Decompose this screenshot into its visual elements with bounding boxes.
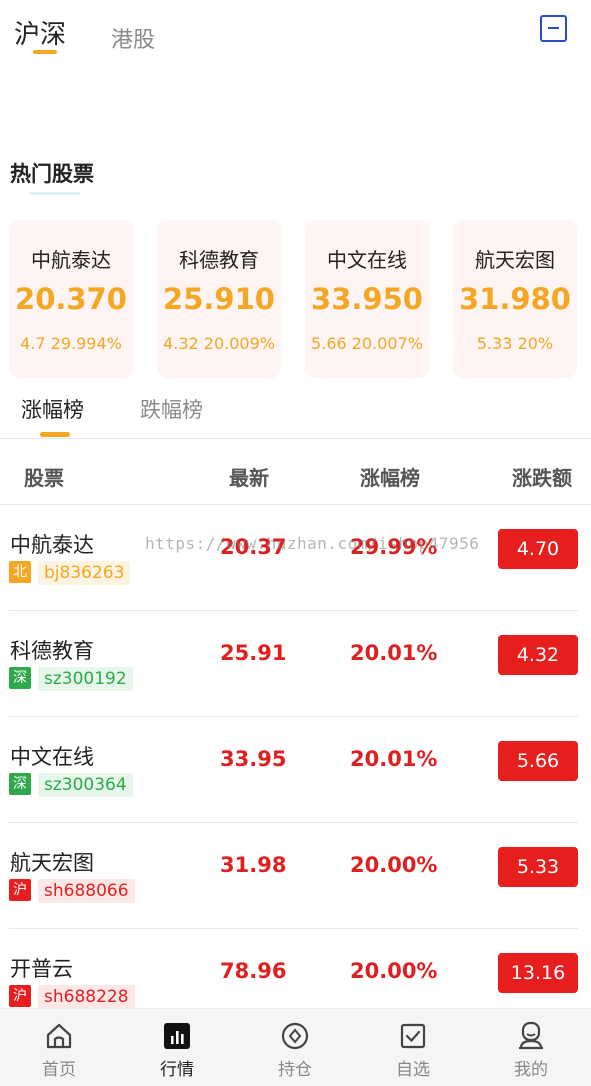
profile-icon: [519, 1021, 543, 1050]
column-header-latest: 最新: [229, 466, 269, 490]
latest-price: 78.96: [220, 959, 287, 983]
market-badge: 沪: [9, 879, 31, 901]
watermark-text: https://www.huzhan.com/ishop47956: [145, 534, 480, 553]
collapse-icon[interactable]: [540, 15, 567, 42]
active-rank-tab-indicator: [40, 432, 70, 437]
tab-losers[interactable]: 跌幅榜: [140, 394, 203, 424]
hot-stock-card[interactable]: 中文在线 33.950 5.66 20.007%: [305, 220, 429, 378]
change-amount-badge: 5.33: [498, 847, 578, 887]
column-header-stock: 股票: [24, 466, 64, 490]
change-percent: 20.00%: [350, 959, 438, 983]
stock-code: sh688228: [38, 985, 135, 1009]
change-percent: 20.01%: [350, 641, 438, 665]
change-amount-badge: 5.66: [498, 741, 578, 781]
stock-name: 开普云: [10, 957, 73, 981]
hot-stocks-title: 热门股票: [10, 162, 94, 186]
change-amount-badge: 4.70: [498, 529, 578, 569]
market-tabs: 沪深 港股: [0, 0, 591, 70]
latest-price: 25.91: [220, 641, 287, 665]
tab-gainers[interactable]: 涨幅榜: [21, 394, 84, 424]
home-icon: [46, 1023, 72, 1049]
nav-item-watchlist[interactable]: 自选: [354, 1009, 472, 1086]
latest-price: 31.98: [220, 853, 287, 877]
table-row[interactable]: 科德教育 深 sz300192 25.91 20.01% 4.32: [0, 611, 591, 717]
table-row[interactable]: 中航泰达 北 bj836263 20.37 29.99% 4.70: [0, 505, 591, 611]
market-badge: 沪: [9, 985, 31, 1007]
checkbox-icon: [400, 1023, 426, 1049]
hot-stock-card[interactable]: 科德教育 25.910 4.32 20.009%: [157, 220, 281, 378]
change-amount-badge: 13.16: [498, 953, 578, 993]
latest-price: 33.95: [220, 747, 287, 771]
hot-stock-name: 科德教育: [179, 248, 259, 272]
market-chart-icon: [164, 1023, 190, 1049]
hot-stock-change: 5.66 20.007%: [311, 334, 423, 353]
stock-name: 科德教育: [10, 639, 94, 663]
hot-stock-price: 33.950: [311, 282, 423, 316]
stock-code: bj836263: [38, 561, 131, 585]
nav-item-home[interactable]: 首页: [0, 1009, 118, 1086]
stock-code: sz300364: [38, 773, 133, 797]
tab-hong-kong[interactable]: 港股: [111, 22, 155, 54]
hot-stock-change: 4.7 29.994%: [20, 334, 122, 353]
hot-stock-price: 25.910: [163, 282, 275, 316]
hot-stock-cards: 中航泰达 20.370 4.7 29.994% 科德教育 25.910 4.32…: [9, 220, 579, 378]
stock-code: sz300192: [38, 667, 133, 691]
market-badge: 北: [9, 561, 31, 583]
hot-stock-price: 31.980: [459, 282, 571, 316]
column-header-change-pct[interactable]: 涨幅榜: [360, 462, 420, 491]
change-percent: 20.00%: [350, 853, 438, 877]
nav-item-profile[interactable]: 我的: [472, 1009, 590, 1086]
hot-stock-name: 航天宏图: [475, 248, 555, 272]
divider: [0, 438, 591, 439]
change-amount-badge: 4.32: [498, 635, 578, 675]
stock-name: 航天宏图: [10, 851, 94, 875]
nav-label: 自选: [396, 1060, 430, 1080]
bottom-nav: 首页 行情 持仓 自选 我的: [0, 1008, 591, 1086]
nav-item-position[interactable]: 持仓: [236, 1009, 354, 1086]
hot-stock-name: 中文在线: [327, 248, 407, 272]
active-tab-indicator: [33, 50, 57, 54]
market-badge: 深: [9, 773, 31, 795]
column-header-change-amount[interactable]: 涨跌额: [512, 462, 572, 491]
nav-item-market[interactable]: 行情: [118, 1009, 236, 1086]
hot-stock-change: 4.32 20.009%: [163, 334, 275, 353]
change-percent: 20.01%: [350, 747, 438, 771]
section-title-underline: [30, 192, 80, 195]
position-icon: [281, 1022, 309, 1050]
hot-stock-change: 5.33 20%: [476, 334, 554, 353]
hot-stock-name: 中航泰达: [31, 248, 111, 272]
stock-name: 中航泰达: [10, 533, 94, 557]
nav-label: 我的: [514, 1060, 548, 1080]
hot-stock-card[interactable]: 航天宏图 31.980 5.33 20%: [453, 220, 577, 378]
stock-name: 中文在线: [10, 745, 94, 769]
table-row[interactable]: 航天宏图 沪 sh688066 31.98 20.00% 5.33: [0, 823, 591, 929]
hot-stock-card[interactable]: 中航泰达 20.370 4.7 29.994%: [9, 220, 133, 378]
nav-label: 行情: [160, 1060, 194, 1080]
stock-code: sh688066: [38, 879, 135, 903]
market-badge: 深: [9, 667, 31, 689]
table-row[interactable]: 中文在线 深 sz300364 33.95 20.01% 5.66: [0, 717, 591, 823]
nav-label: 首页: [42, 1060, 76, 1080]
hot-stock-price: 20.370: [15, 282, 127, 316]
nav-label: 持仓: [278, 1060, 312, 1080]
tab-shanghai-shenzhen[interactable]: 沪深: [14, 14, 66, 51]
